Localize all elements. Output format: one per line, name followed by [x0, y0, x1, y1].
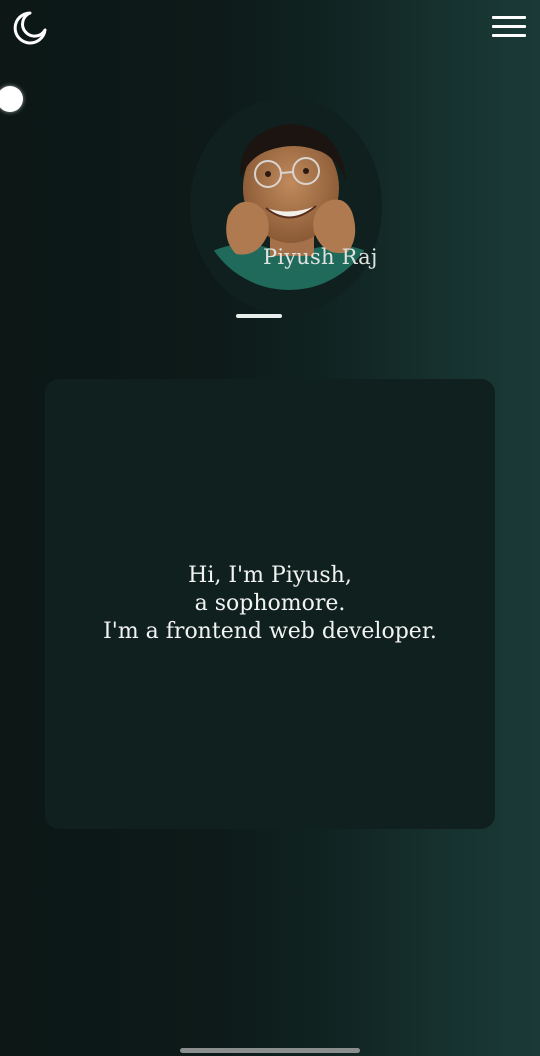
cursor-dot — [0, 86, 23, 112]
theme-toggle-button[interactable] — [12, 10, 48, 46]
intro-role: I'm a frontend web developer. — [103, 619, 437, 644]
profile-name: Piyush Raj — [263, 245, 378, 269]
intro-status: a sophomore. — [194, 591, 346, 616]
hamburger-menu-button[interactable] — [492, 15, 528, 41]
menu-bar-middle — [492, 25, 526, 28]
intro-card: Hi, I'm Piyush, a sophomore. I'm a front… — [45, 379, 495, 829]
menu-bar-top — [492, 16, 526, 19]
profile-ring-accent — [236, 314, 282, 318]
menu-bar-bottom — [492, 34, 526, 37]
intro-greeting: Hi, I'm Piyush, — [188, 563, 352, 588]
home-indicator[interactable] — [180, 1048, 360, 1053]
moon-icon — [13, 11, 47, 45]
